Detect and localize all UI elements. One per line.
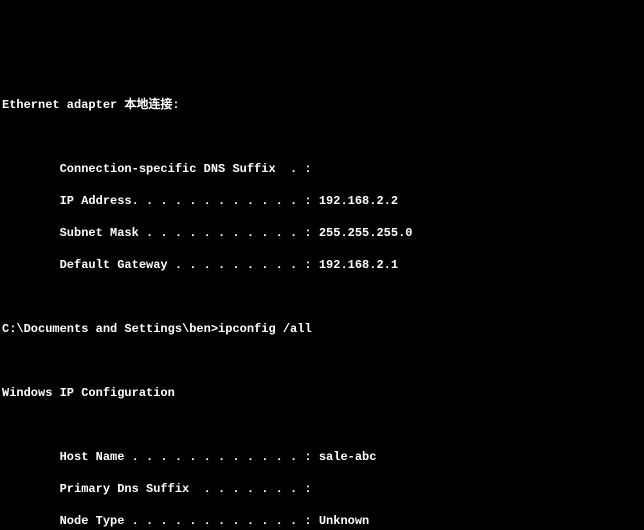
output-line: IP Address. . . . . . . . . . . . : 192.… [2,193,642,209]
output-line: Node Type . . . . . . . . . . . . : Unkn… [2,513,642,529]
blank-line [2,353,642,369]
output-line: Primary Dns Suffix . . . . . . . : [2,481,642,497]
output-line: Connection-specific DNS Suffix . : [2,161,642,177]
terminal-output: Ethernet adapter 本地连接: Connection-specif… [0,80,644,530]
winip-header: Windows IP Configuration [2,385,642,401]
blank-line [2,289,642,305]
adapter-header-1: Ethernet adapter 本地连接: [2,97,642,113]
output-line: Default Gateway . . . . . . . . . : 192.… [2,257,642,273]
blank-line [2,417,642,433]
command-prompt[interactable]: C:\Documents and Settings\ben>ipconfig /… [2,321,642,337]
blank-line [2,129,642,145]
output-line: Host Name . . . . . . . . . . . . : sale… [2,449,642,465]
output-line: Subnet Mask . . . . . . . . . . . : 255.… [2,225,642,241]
